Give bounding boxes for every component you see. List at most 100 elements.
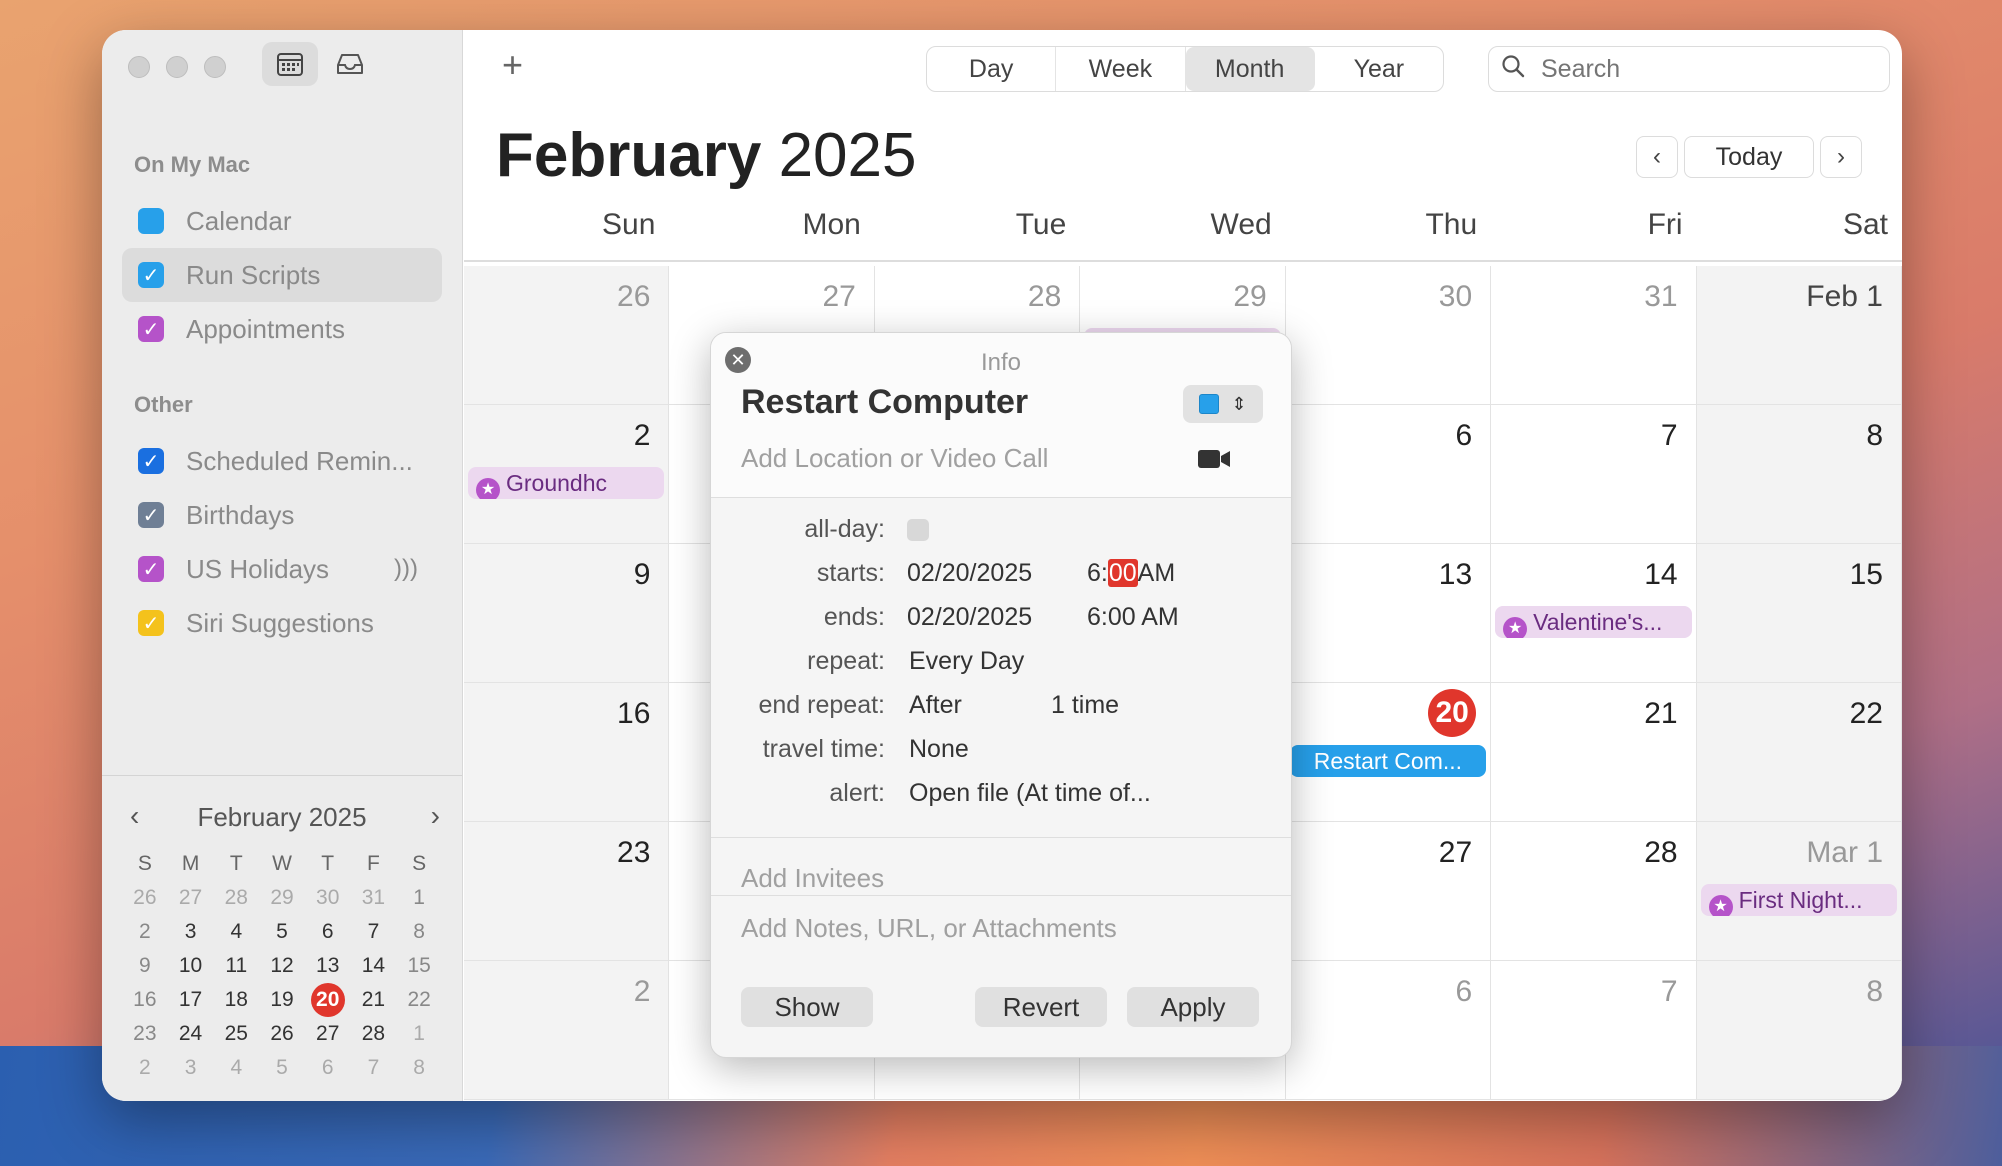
- day-cell[interactable]: 30: [1285, 266, 1492, 405]
- revert-button[interactable]: Revert: [975, 987, 1107, 1027]
- mini-day[interactable]: 27: [305, 1020, 351, 1048]
- event-title[interactable]: Restart Computer: [741, 383, 1028, 422]
- day-cell[interactable]: 6: [1285, 961, 1492, 1100]
- calendar-item-run-scripts[interactable]: ✓ Run Scripts: [122, 248, 442, 302]
- calendar-color-picker[interactable]: ⇕: [1183, 385, 1263, 423]
- day-cell[interactable]: 9: [464, 544, 670, 683]
- view-week-button[interactable]: Week: [1056, 47, 1186, 91]
- mini-day[interactable]: 28: [213, 884, 259, 912]
- repeat-dropdown[interactable]: Every Day: [909, 647, 1024, 676]
- day-cell[interactable]: 13: [1285, 544, 1492, 683]
- mini-day[interactable]: 2: [122, 1054, 168, 1082]
- calendar-item-us-holidays[interactable]: ✓ US Holidays ))): [122, 542, 442, 596]
- mini-day[interactable]: 5: [259, 1054, 305, 1082]
- zoom-window-button[interactable]: [204, 56, 226, 78]
- event-restart[interactable]: Restart Com...: [1289, 745, 1487, 777]
- mini-day[interactable]: 8: [396, 918, 442, 946]
- calendar-item-siri-suggestions[interactable]: ✓ Siri Suggestions: [122, 596, 442, 650]
- invitees-field[interactable]: Add Invitees: [741, 863, 884, 894]
- day-cell[interactable]: 6: [1285, 405, 1492, 544]
- view-day-button[interactable]: Day: [927, 47, 1057, 91]
- ends-time-field[interactable]: 6:00 AM: [1087, 603, 1179, 632]
- starts-time-field[interactable]: 6:00AM: [1087, 559, 1175, 588]
- starts-time-minutes-selected[interactable]: 00: [1107, 559, 1138, 587]
- mini-day[interactable]: 26: [259, 1020, 305, 1048]
- day-cell[interactable]: 7: [1491, 405, 1697, 544]
- add-event-button[interactable]: +: [502, 44, 523, 86]
- mini-next-month-icon[interactable]: ›: [431, 800, 440, 832]
- day-cell[interactable]: 8: [1696, 405, 1902, 544]
- checkbox-checked-icon[interactable]: ✓: [138, 610, 164, 636]
- checkbox-checked-icon[interactable]: ✓: [138, 316, 164, 342]
- next-month-icon[interactable]: ›: [1820, 136, 1862, 178]
- mini-day[interactable]: 6: [305, 918, 351, 946]
- mini-day[interactable]: 6: [305, 1054, 351, 1082]
- close-window-button[interactable]: [128, 56, 150, 78]
- mini-day[interactable]: 13: [305, 952, 351, 980]
- mini-day[interactable]: 26: [122, 884, 168, 912]
- inbox-icon[interactable]: [322, 42, 378, 86]
- checkbox-checked-icon[interactable]: ✓: [138, 502, 164, 528]
- calendar-item-birthdays[interactable]: ✓ Birthdays: [122, 488, 442, 542]
- day-cell[interactable]: 2: [464, 961, 670, 1100]
- mini-day[interactable]: 4: [213, 918, 259, 946]
- mini-day[interactable]: 4: [213, 1054, 259, 1082]
- day-cell[interactable]: 7: [1491, 961, 1697, 1100]
- end-repeat-count-field[interactable]: 1 time: [1051, 691, 1119, 720]
- mini-day[interactable]: 19: [259, 986, 305, 1014]
- show-button[interactable]: Show: [741, 987, 873, 1027]
- day-cell[interactable]: 26: [464, 266, 670, 405]
- minimize-window-button[interactable]: [166, 56, 188, 78]
- mini-day[interactable]: 14: [351, 952, 397, 980]
- day-cell[interactable]: 28: [1491, 822, 1697, 961]
- day-cell[interactable]: 31: [1491, 266, 1697, 405]
- day-cell[interactable]: 21: [1491, 683, 1697, 822]
- mini-day[interactable]: 3: [168, 1054, 214, 1082]
- view-year-button[interactable]: Year: [1315, 47, 1443, 91]
- day-cell[interactable]: 27: [1285, 822, 1492, 961]
- event-groundhog[interactable]: ★ Groundhc: [468, 467, 665, 499]
- calendar-item-appointments[interactable]: ✓ Appointments: [122, 302, 442, 356]
- mini-day[interactable]: 30: [305, 884, 351, 912]
- checkbox-checked-icon[interactable]: ✓: [138, 262, 164, 288]
- mini-day[interactable]: 16: [122, 986, 168, 1014]
- calendar-list-toggle-icon[interactable]: [262, 42, 318, 86]
- mini-day[interactable]: 2: [122, 918, 168, 946]
- apply-button[interactable]: Apply: [1127, 987, 1259, 1027]
- notes-field[interactable]: Add Notes, URL, or Attachments: [741, 913, 1117, 944]
- video-camera-icon[interactable]: [1197, 445, 1231, 477]
- mini-day[interactable]: 5: [259, 918, 305, 946]
- end-repeat-dropdown[interactable]: After: [909, 691, 962, 720]
- mini-day[interactable]: 17: [168, 986, 214, 1014]
- calendar-color-checkbox[interactable]: [138, 208, 164, 234]
- mini-day[interactable]: 10: [168, 952, 214, 980]
- calendar-item-calendar[interactable]: Calendar: [122, 194, 442, 248]
- checkbox-checked-icon[interactable]: ✓: [138, 448, 164, 474]
- today-button[interactable]: Today: [1684, 136, 1814, 178]
- event-valentines[interactable]: ★ Valentine's...: [1495, 606, 1692, 638]
- day-cell[interactable]: 22: [1696, 683, 1902, 822]
- search-field[interactable]: [1488, 46, 1890, 92]
- travel-time-dropdown[interactable]: None: [909, 735, 969, 764]
- mini-day[interactable]: 18: [213, 986, 259, 1014]
- mini-day[interactable]: 12: [259, 952, 305, 980]
- mini-day[interactable]: 1: [396, 884, 442, 912]
- day-cell[interactable]: 23: [464, 822, 670, 961]
- allday-checkbox[interactable]: [907, 519, 929, 541]
- checkbox-checked-icon[interactable]: ✓: [138, 556, 164, 582]
- location-field[interactable]: Add Location or Video Call: [741, 443, 1048, 474]
- mini-day[interactable]: 15: [396, 952, 442, 980]
- mini-day[interactable]: 23: [122, 1020, 168, 1048]
- mini-day[interactable]: 7: [351, 918, 397, 946]
- mini-day[interactable]: 25: [213, 1020, 259, 1048]
- event-first-night[interactable]: ★ First Night...: [1700, 884, 1897, 916]
- mini-day[interactable]: 9: [122, 952, 168, 980]
- mini-day[interactable]: 20: [305, 983, 351, 1017]
- starts-date-field[interactable]: 02/20/2025: [907, 559, 1032, 588]
- view-month-button[interactable]: Month: [1185, 47, 1315, 91]
- mini-day[interactable]: 22: [396, 986, 442, 1014]
- day-cell[interactable]: 16: [464, 683, 670, 822]
- day-cell[interactable]: 15: [1696, 544, 1902, 683]
- day-cell[interactable]: 20 Restart Com...: [1285, 683, 1492, 822]
- mini-day[interactable]: 3: [168, 918, 214, 946]
